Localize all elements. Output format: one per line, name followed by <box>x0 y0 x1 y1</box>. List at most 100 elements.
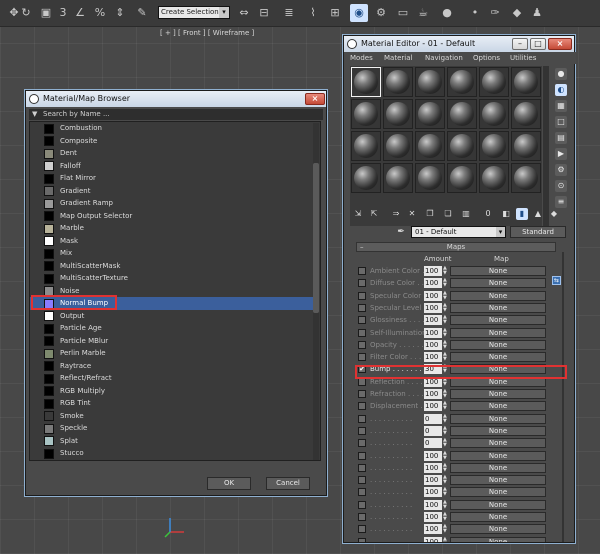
map-amount-field[interactable]: 100 <box>424 536 442 542</box>
material-sample-slot[interactable] <box>415 67 445 97</box>
utility-sphere-icon[interactable]: ● <box>438 4 456 22</box>
map-list-item[interactable]: Perlin Marble <box>30 347 314 360</box>
eyedropper-icon[interactable]: ✒ <box>395 226 407 238</box>
map-assign-button[interactable]: None <box>450 364 546 375</box>
menu-options[interactable]: Options <box>473 52 500 64</box>
map-amount-field[interactable]: 100 <box>424 315 442 326</box>
amount-spinner-icon[interactable]: ▲▼ <box>443 512 448 522</box>
map-list-item[interactable]: Flat Mirror <box>30 172 314 185</box>
material-editor-icon[interactable]: ◉ <box>350 4 368 22</box>
go-forward-icon[interactable]: ◆ <box>548 208 560 220</box>
sample-uv-tiling-icon[interactable]: □ <box>555 116 567 128</box>
map-assign-button[interactable]: None <box>450 524 546 535</box>
map-amount-field[interactable]: 30 <box>424 364 442 375</box>
close-button[interactable]: × <box>548 38 572 50</box>
map-list-item[interactable]: Gradient <box>30 185 314 198</box>
map-list-item[interactable]: Output <box>30 310 314 323</box>
map-enable-checkbox[interactable] <box>358 463 366 472</box>
map-enable-checkbox[interactable] <box>358 316 366 325</box>
map-amount-field[interactable]: 100 <box>424 450 442 461</box>
map-amount-field[interactable]: 100 <box>424 290 442 301</box>
map-list-item[interactable]: Particle Age <box>30 322 314 335</box>
amount-spinner-icon[interactable]: ▲▼ <box>443 425 448 436</box>
material-sample-slot[interactable] <box>383 99 413 129</box>
map-assign-button[interactable]: None <box>450 376 546 387</box>
browser-titlebar[interactable]: Material/Map Browser × <box>26 91 326 107</box>
map-list-item[interactable]: Raytrace <box>30 360 314 373</box>
cancel-button[interactable]: Cancel <box>266 477 310 490</box>
selection-set-dropdown[interactable]: Create Selection Se ▾ <box>158 6 230 19</box>
map-assign-button[interactable]: None <box>450 425 546 436</box>
material-sample-slot[interactable] <box>511 131 541 161</box>
amount-spinner-icon[interactable]: ▲▼ <box>443 413 448 424</box>
map-list-item[interactable]: Composite <box>30 135 314 148</box>
amount-spinner-icon[interactable]: ▲▼ <box>443 290 448 301</box>
material-sample-slot[interactable] <box>511 99 541 129</box>
material-navigator-icon[interactable]: ≡ <box>555 196 567 208</box>
amount-spinner-icon[interactable]: ▲▼ <box>443 450 448 461</box>
map-amount-field[interactable]: 100 <box>424 462 442 473</box>
map-list-item[interactable]: Substance <box>30 460 314 461</box>
material-sample-slot[interactable] <box>351 131 381 161</box>
utility-wrench-icon[interactable]: ✑ <box>486 4 504 22</box>
map-list-item[interactable]: Noise <box>30 285 314 298</box>
map-amount-field[interactable]: 100 <box>424 266 442 276</box>
map-assign-button[interactable]: None <box>450 302 546 313</box>
map-enable-checkbox[interactable] <box>358 488 366 497</box>
amount-spinner-icon[interactable]: ▲▼ <box>443 266 448 276</box>
spinner-snap-icon[interactable]: ⇕ <box>111 4 129 22</box>
amount-spinner-icon[interactable]: ▲▼ <box>443 278 448 288</box>
map-enable-checkbox[interactable] <box>358 291 366 300</box>
map-list-item[interactable]: Mix <box>30 247 314 260</box>
map-amount-field[interactable]: 100 <box>424 278 442 289</box>
map-enable-checkbox[interactable] <box>358 451 366 460</box>
options-icon[interactable]: ⚙ <box>555 164 567 176</box>
map-enable-checkbox[interactable] <box>358 537 366 542</box>
map-enable-checkbox[interactable] <box>358 402 366 411</box>
map-enable-checkbox[interactable]: ✔ <box>358 365 366 374</box>
close-button[interactable]: × <box>305 93 325 105</box>
map-assign-button[interactable]: None <box>450 413 546 424</box>
map-list-item[interactable]: RGB Multiply <box>30 385 314 398</box>
make-preview-icon[interactable]: ▶ <box>555 148 567 160</box>
amount-spinner-icon[interactable]: ▲▼ <box>443 327 448 338</box>
amount-spinner-icon[interactable]: ▲▼ <box>443 364 448 374</box>
show-in-viewport-icon[interactable]: ◧ <box>500 208 512 220</box>
editor-titlebar[interactable]: Material Editor - 01 - Default – □ × <box>344 36 574 52</box>
material-sample-slot[interactable] <box>383 163 413 193</box>
viewport-label[interactable]: [ + ] [ Front ] [ Wireframe ] <box>160 29 254 37</box>
material-sample-slot[interactable] <box>415 99 445 129</box>
map-assign-button[interactable]: None <box>450 512 546 522</box>
amount-spinner-icon[interactable]: ▲▼ <box>443 536 448 542</box>
snap-3d-icon[interactable]: 3 <box>54 4 72 22</box>
ok-button[interactable]: OK <box>207 477 251 490</box>
map-assign-button[interactable]: None <box>450 536 546 542</box>
put-to-scene-icon[interactable]: ⇱ <box>368 208 380 220</box>
map-amount-field[interactable]: 100 <box>424 339 442 350</box>
amount-spinner-icon[interactable]: ▲▼ <box>443 352 448 362</box>
material-sample-slot[interactable] <box>447 163 477 193</box>
map-amount-field[interactable]: 100 <box>424 524 442 535</box>
maps-scrollbar[interactable] <box>562 252 564 542</box>
material-sample-slot[interactable] <box>415 131 445 161</box>
map-enable-checkbox[interactable] <box>358 500 366 509</box>
amount-spinner-icon[interactable]: ▲▼ <box>443 475 448 485</box>
material-sample-slot[interactable] <box>479 99 509 129</box>
map-assign-button[interactable]: None <box>450 352 546 363</box>
map-list-item[interactable]: Falloff <box>30 160 314 173</box>
menu-material[interactable]: Material <box>384 52 412 64</box>
material-id-icon[interactable]: 0 <box>482 208 494 220</box>
map-assign-button[interactable]: None <box>450 339 546 350</box>
map-enable-checkbox[interactable] <box>358 439 366 448</box>
map-list[interactable]: Combustion Composite Dent Falloff Flat Mirro… <box>29 121 321 461</box>
get-material-icon[interactable]: ⇲ <box>352 208 364 220</box>
select-by-material-icon[interactable]: ⊙ <box>555 180 567 192</box>
map-enable-checkbox[interactable] <box>358 390 366 398</box>
put-to-library-icon[interactable]: ▥ <box>460 208 472 220</box>
map-list-item[interactable]: Particle MBlur <box>30 335 314 348</box>
chevron-down-icon[interactable]: ▾ <box>496 227 505 237</box>
menu-utilities[interactable]: Utilities <box>510 52 536 64</box>
map-list-scrollbar[interactable] <box>313 123 319 460</box>
map-amount-field[interactable]: 0 <box>424 425 442 436</box>
map-amount-field[interactable]: 100 <box>424 487 442 498</box>
